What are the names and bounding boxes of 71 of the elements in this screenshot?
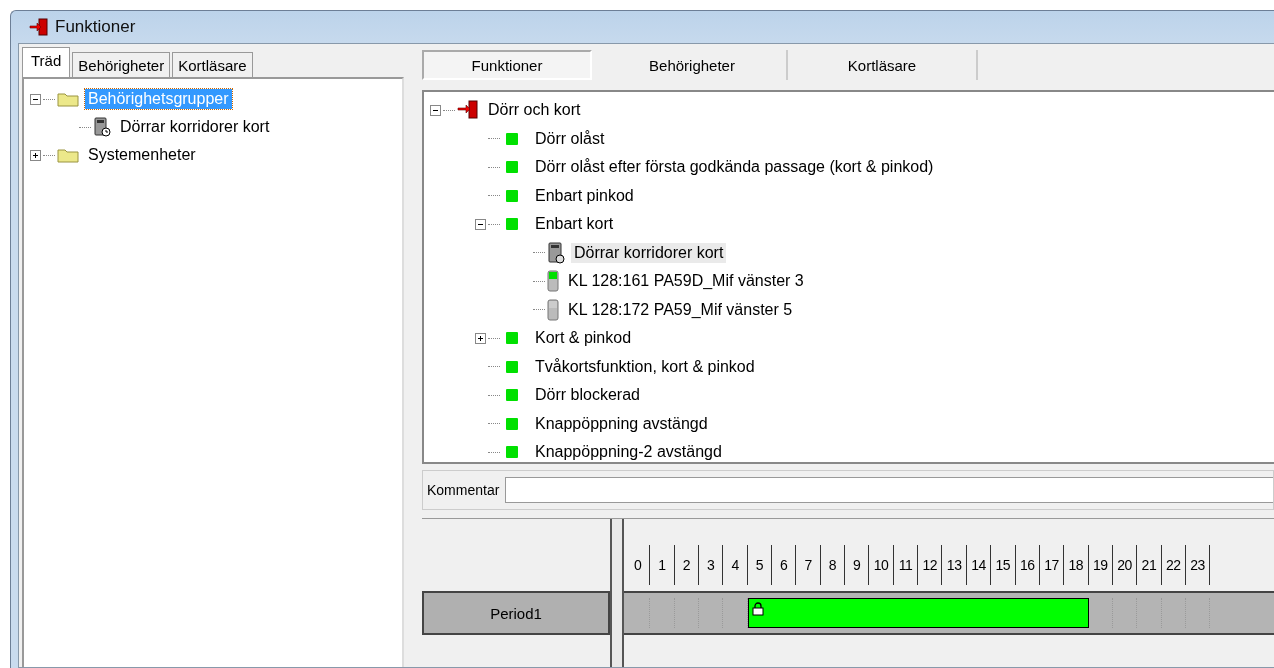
hour-label: 5: [747, 545, 773, 585]
hour-slot[interactable]: [1064, 598, 1089, 628]
keypad-icon: [547, 241, 565, 264]
tab[interactable]: Funktioner: [422, 50, 592, 80]
door-icon: [457, 100, 479, 121]
hour-label: 13: [942, 545, 967, 585]
expand-toggle[interactable]: [30, 149, 41, 161]
folder-icon: [57, 91, 79, 107]
expand-toggle[interactable]: [475, 218, 486, 230]
hour-label: 19: [1088, 545, 1113, 585]
hour-label: 9: [845, 545, 870, 585]
status-square-icon: [506, 417, 518, 430]
expand-toggle[interactable]: [30, 93, 41, 105]
window-title: Funktioner: [55, 17, 136, 37]
tree-item[interactable]: Dörrar korridorer kort: [117, 117, 273, 137]
tree-item[interactable]: Enbart pinkod: [532, 185, 637, 206]
hour-label: 10: [869, 545, 894, 585]
hour-label: 12: [918, 545, 943, 585]
status-square-icon: [506, 132, 518, 145]
hour-label: 2: [674, 545, 700, 585]
status-square-icon: [506, 446, 518, 459]
expand-toggle[interactable]: [475, 332, 486, 344]
tree-item[interactable]: Systemenheter: [85, 145, 199, 165]
hour-label: 20: [1112, 545, 1138, 585]
hour-label: 23: [1185, 545, 1211, 585]
tree-item[interactable]: Kort & pinkod: [532, 328, 635, 349]
expand-toggle[interactable]: [430, 104, 441, 116]
hour-label: 7: [796, 545, 821, 585]
hour-label: 16: [1015, 545, 1040, 585]
status-square-icon: [506, 360, 518, 373]
tree-item[interactable]: KL 128:172 PA59_Mif vänster 5: [565, 299, 796, 320]
period-name: Period1: [422, 591, 610, 635]
hour-label: 14: [966, 545, 992, 585]
comment-label: Kommentar: [427, 482, 500, 498]
hour-label: 15: [991, 545, 1016, 585]
status-square-icon: [506, 161, 518, 174]
hour-label: 1: [650, 545, 675, 585]
status-square-icon: [506, 389, 518, 402]
tree-item[interactable]: Dörr olåst efter första godkända passage (kort & pinkod): [532, 157, 937, 178]
status-square-icon: [506, 218, 518, 231]
hour-label: 11: [893, 545, 919, 585]
tab[interactable]: Behörigheter: [72, 52, 171, 77]
card-reader-icon: [547, 270, 559, 293]
tab[interactable]: Träd: [22, 47, 71, 77]
tree-item[interactable]: Dörr blockerad: [532, 385, 643, 406]
hour-label: 17: [1039, 545, 1065, 585]
tree-item[interactable]: Dörr olåst: [532, 128, 608, 149]
hour-label: 21: [1137, 545, 1162, 585]
hour-label: 8: [820, 545, 846, 585]
hour-label: 0: [626, 545, 651, 585]
tree-item[interactable]: Dörrar korridorer kort: [571, 242, 727, 263]
tree-item[interactable]: Dörr och kort: [485, 100, 584, 121]
status-square-icon: [506, 332, 518, 345]
hour-label: 4: [723, 545, 748, 585]
tree-item[interactable]: KL 128:161 PA59D_Mif vänster 3: [565, 271, 807, 292]
hour-label: 3: [699, 545, 724, 585]
card-reader-icon: [547, 298, 559, 321]
tree-item[interactable]: Enbart kort: [532, 214, 617, 235]
folder-icon: [57, 147, 79, 163]
tree-item[interactable]: Tvåkortsfunktion, kort & pinkod: [532, 356, 758, 377]
tree-item[interactable]: Knappöppning-2 avstängd: [532, 442, 725, 462]
hour-label: 18: [1064, 545, 1089, 585]
status-square-icon: [506, 189, 518, 202]
keypad-icon: [93, 117, 111, 137]
door-icon: [29, 18, 49, 36]
hour-label: 6: [772, 545, 797, 585]
tab[interactable]: Kortläsare: [172, 52, 253, 77]
splitter[interactable]: [610, 519, 624, 667]
tree-item[interactable]: Knappöppning avstängd: [532, 413, 711, 434]
comment-field[interactable]: [505, 477, 1273, 503]
hour-label: 22: [1161, 545, 1186, 585]
